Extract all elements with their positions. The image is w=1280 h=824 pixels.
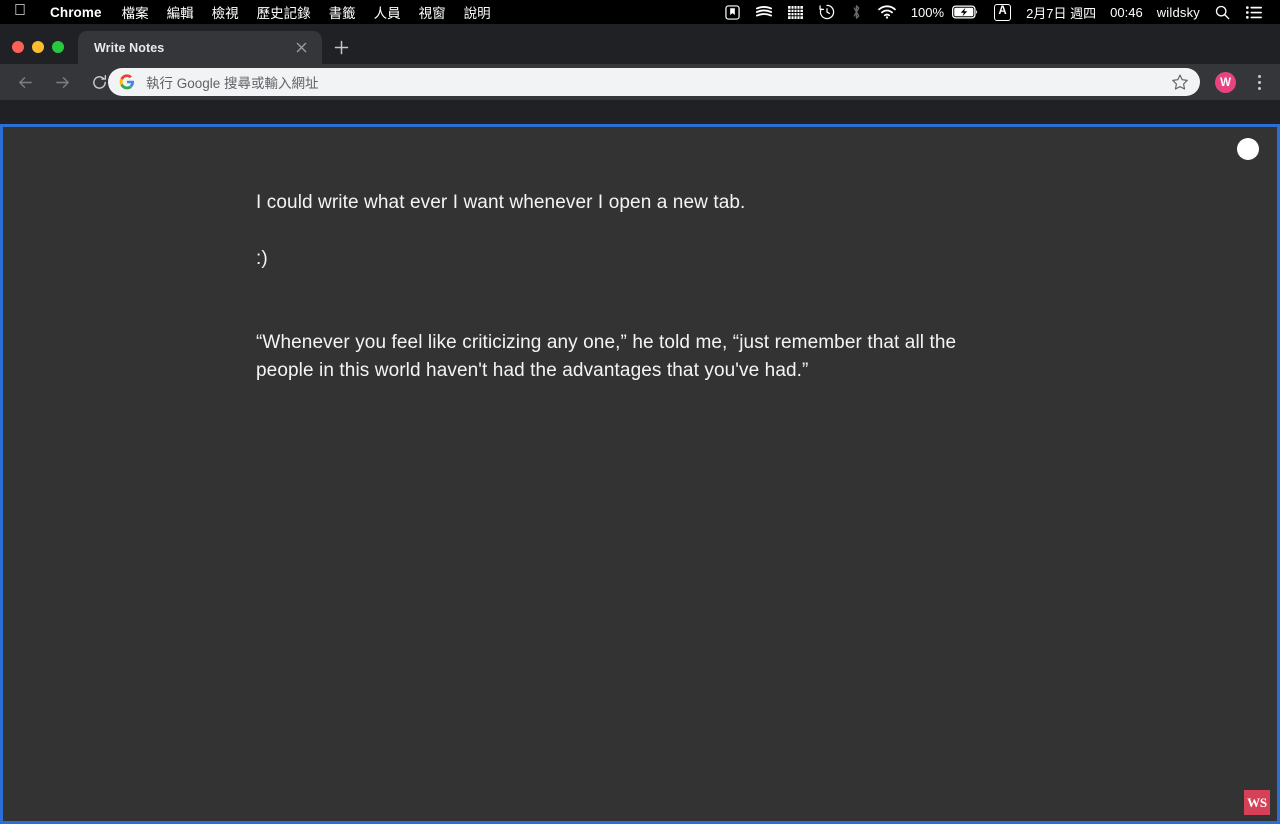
minimize-window-button[interactable] [32,41,44,53]
grid-icon[interactable] [780,0,811,24]
maximize-window-button[interactable] [52,41,64,53]
menu-item-view[interactable]: 檢視 [203,2,248,22]
bluetooth-icon[interactable] [843,0,870,24]
menu-item-bookmarks[interactable]: 書籤 [320,2,365,22]
chrome-browser-window: Write Notes [0,24,1280,800]
tab-title: Write Notes [94,41,164,55]
tab-strip: Write Notes [0,24,1280,64]
back-arrow-icon[interactable] [11,68,39,96]
status-badge[interactable]: WS [1244,790,1270,815]
menu-item-history[interactable]: 歷史記錄 [248,2,320,22]
google-g-icon [119,74,135,90]
input-source-indicator[interactable]: A [986,0,1019,24]
page-viewport: I could write what ever I want whenever … [0,124,1280,824]
avatar[interactable]: W [1215,72,1236,93]
status-badge-label: WS [1247,795,1267,811]
tab-write-notes[interactable]: Write Notes [78,31,322,64]
note-quote: “Whenever you feel like criticizing any … [256,329,1016,385]
note-spacer [256,217,1096,245]
browser-toolbar: 執行 Google 搜尋或輸入網址 W [0,64,1280,100]
wifi-icon[interactable] [870,0,904,24]
notes-editor[interactable]: I could write what ever I want whenever … [256,189,1096,385]
white-circle-button[interactable] [1237,138,1259,160]
new-tab-button[interactable] [330,36,352,58]
forward-arrow-icon[interactable] [48,68,76,96]
menu-item-file[interactable]: 檔案 [113,2,158,22]
menu-bar-time[interactable]: 00:46 [1103,5,1150,20]
star-icon[interactable] [1171,73,1189,91]
note-line-1: I could write what ever I want whenever … [256,189,1096,217]
macos-menu-bar:  Chrome 檔案 編輯 檢視 歷史記錄 書籤 人員 視窗 說明 [0,0,1280,24]
kebab-dot [1258,87,1261,90]
menu-item-people[interactable]: 人員 [365,2,410,22]
time-machine-icon[interactable] [811,0,843,24]
close-icon[interactable] [293,39,310,56]
kebab-menu-icon[interactable] [1250,71,1268,93]
bookmark-box-icon[interactable] [717,0,748,24]
menu-item-help[interactable]: 說明 [455,2,500,22]
menu-bar-status-group: 100% A 2月7日 週四 00:46 wildsky [717,0,1280,24]
menu-item-edit[interactable]: 編輯 [158,2,203,22]
apple-logo-icon[interactable]:  [14,3,39,21]
kebab-dot [1258,75,1261,78]
battery-percent-label: 100% [904,5,951,20]
menu-item-app-name[interactable]: Chrome [39,5,113,20]
note-spacer [256,273,1096,329]
kebab-dot [1258,81,1261,84]
input-source-label: A [994,4,1011,21]
note-line-2: :) [256,245,1096,273]
stacked-lines-icon[interactable] [748,0,780,24]
window-traffic-lights [12,41,64,53]
menu-bar-date[interactable]: 2月7日 週四 [1019,3,1103,22]
menu-bar-username[interactable]: wildsky [1150,5,1207,20]
battery-charging-icon[interactable] [951,0,986,24]
search-icon[interactable] [1207,0,1238,24]
close-window-button[interactable] [12,41,24,53]
control-center-icon[interactable] [1238,0,1270,24]
menu-item-window[interactable]: 視窗 [410,2,455,22]
address-bar-placeholder: 執行 Google 搜尋或輸入網址 [146,72,319,92]
menu-bar-left-group:  Chrome 檔案 編輯 檢視 歷史記錄 書籤 人員 視窗 說明 [0,0,500,24]
avatar-initial: W [1220,77,1231,89]
address-bar[interactable]: 執行 Google 搜尋或輸入網址 [108,68,1200,96]
